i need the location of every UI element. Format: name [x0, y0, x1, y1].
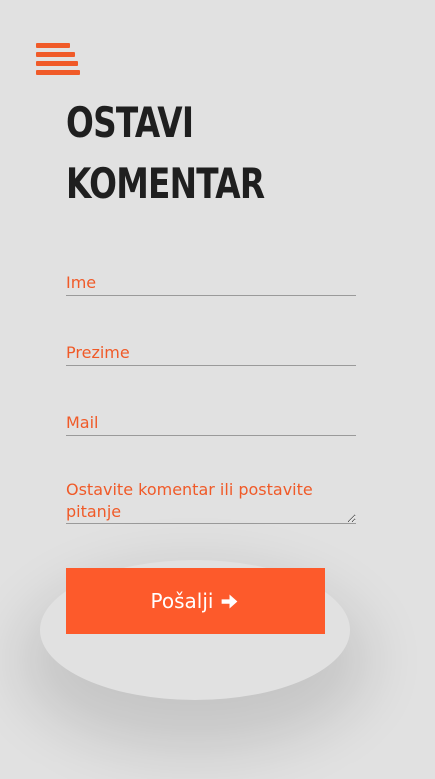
send-button-label: Pošalji — [150, 589, 214, 613]
send-button[interactable]: Pošalji — [66, 568, 325, 634]
menu-bar — [36, 61, 78, 66]
first-name-input[interactable] — [66, 270, 356, 296]
menu-bar — [36, 70, 80, 75]
menu-button[interactable] — [36, 43, 82, 77]
last-name-input[interactable] — [66, 340, 356, 366]
menu-bar — [36, 52, 75, 57]
mail-input[interactable] — [66, 410, 356, 436]
arrow-right-icon — [222, 594, 238, 608]
menu-bar — [36, 43, 70, 48]
title-line-1: OSTAVI — [66, 98, 194, 147]
title-line-2: KOMENTAR — [66, 159, 265, 208]
page-title: OSTAVI KOMENTAR — [66, 92, 265, 214]
comment-textarea[interactable] — [66, 479, 356, 524]
